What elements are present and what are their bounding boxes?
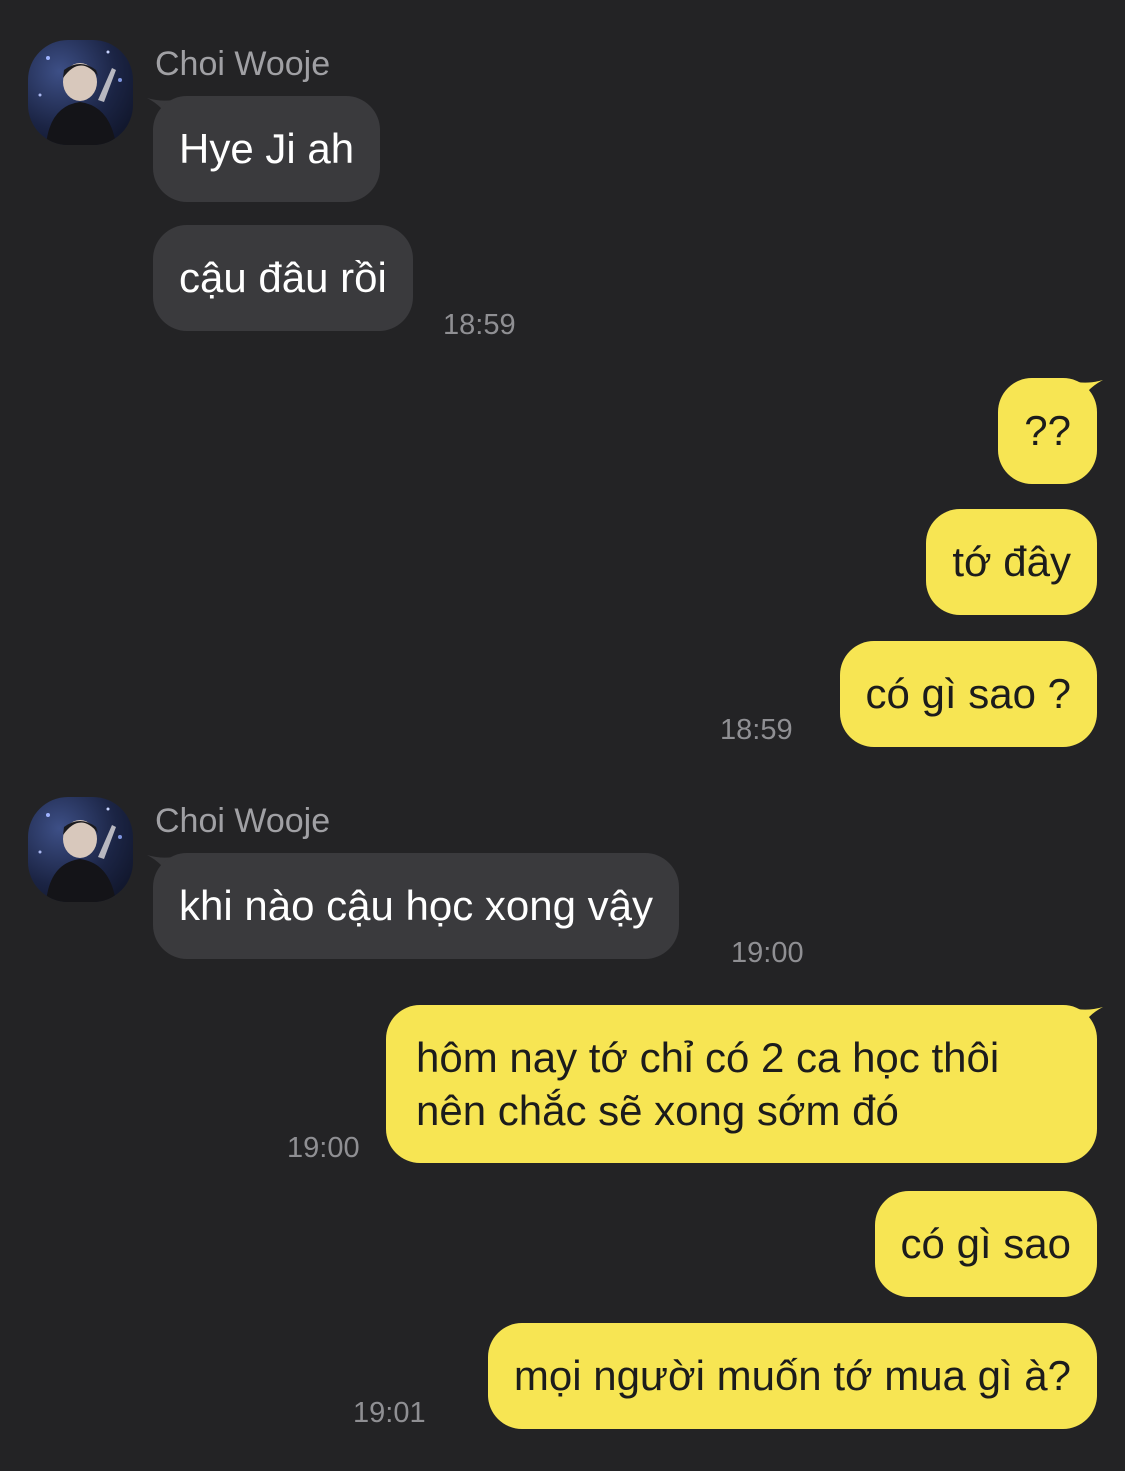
avatar-photo-icon (38, 50, 122, 145)
avatar[interactable] (28, 40, 133, 145)
message-text: mọi người muốn tớ mua gì à? (513, 1352, 1071, 1399)
message-text: tớ đây (952, 538, 1071, 585)
message-text: nên chắc sẽ xong sớm đó (416, 1087, 899, 1134)
message-text: có gì sao (900, 1220, 1071, 1267)
sender-name: Choi Wooje (155, 802, 331, 840)
message-text: cậu đâu rồi (179, 254, 387, 301)
message-bubble-outgoing[interactable]: ?? (998, 378, 1097, 484)
message-timestamp: 19:01 (353, 1397, 426, 1429)
message-text: hôm nay tớ chỉ có 2 ca học thôi (416, 1034, 1000, 1081)
message-bubble-outgoing[interactable]: tớ đây (926, 509, 1097, 615)
message-text: ?? (1024, 407, 1071, 454)
message-text: Hye Ji ah (179, 125, 355, 172)
message-timestamp: 19:00 (287, 1132, 360, 1164)
message-bubble-incoming[interactable]: cậu đâu rồi (153, 225, 413, 331)
avatar-photo-icon (38, 807, 122, 902)
message-timestamp: 18:59 (720, 714, 793, 746)
message-bubble-incoming[interactable]: khi nào cậu học xong vậy (153, 853, 679, 959)
message-bubble-outgoing[interactable]: mọi người muốn tớ mua gì à? (487, 1323, 1097, 1429)
message-bubble-outgoing[interactable]: hôm nay tớ chỉ có 2 ca học thôi nên chắc… (386, 1005, 1097, 1163)
sender-name: Choi Wooje (155, 45, 331, 83)
message-bubble-incoming[interactable]: Hye Ji ah (153, 96, 381, 202)
message-bubble-outgoing[interactable]: có gì sao ? (839, 641, 1097, 747)
message-timestamp: 19:00 (731, 937, 804, 969)
message-text: có gì sao ? (865, 670, 1071, 717)
message-timestamp: 18:59 (443, 309, 516, 341)
message-bubble-outgoing[interactable]: có gì sao (874, 1191, 1097, 1297)
avatar[interactable] (28, 797, 133, 902)
message-text: khi nào cậu học xong vậy (179, 882, 653, 929)
